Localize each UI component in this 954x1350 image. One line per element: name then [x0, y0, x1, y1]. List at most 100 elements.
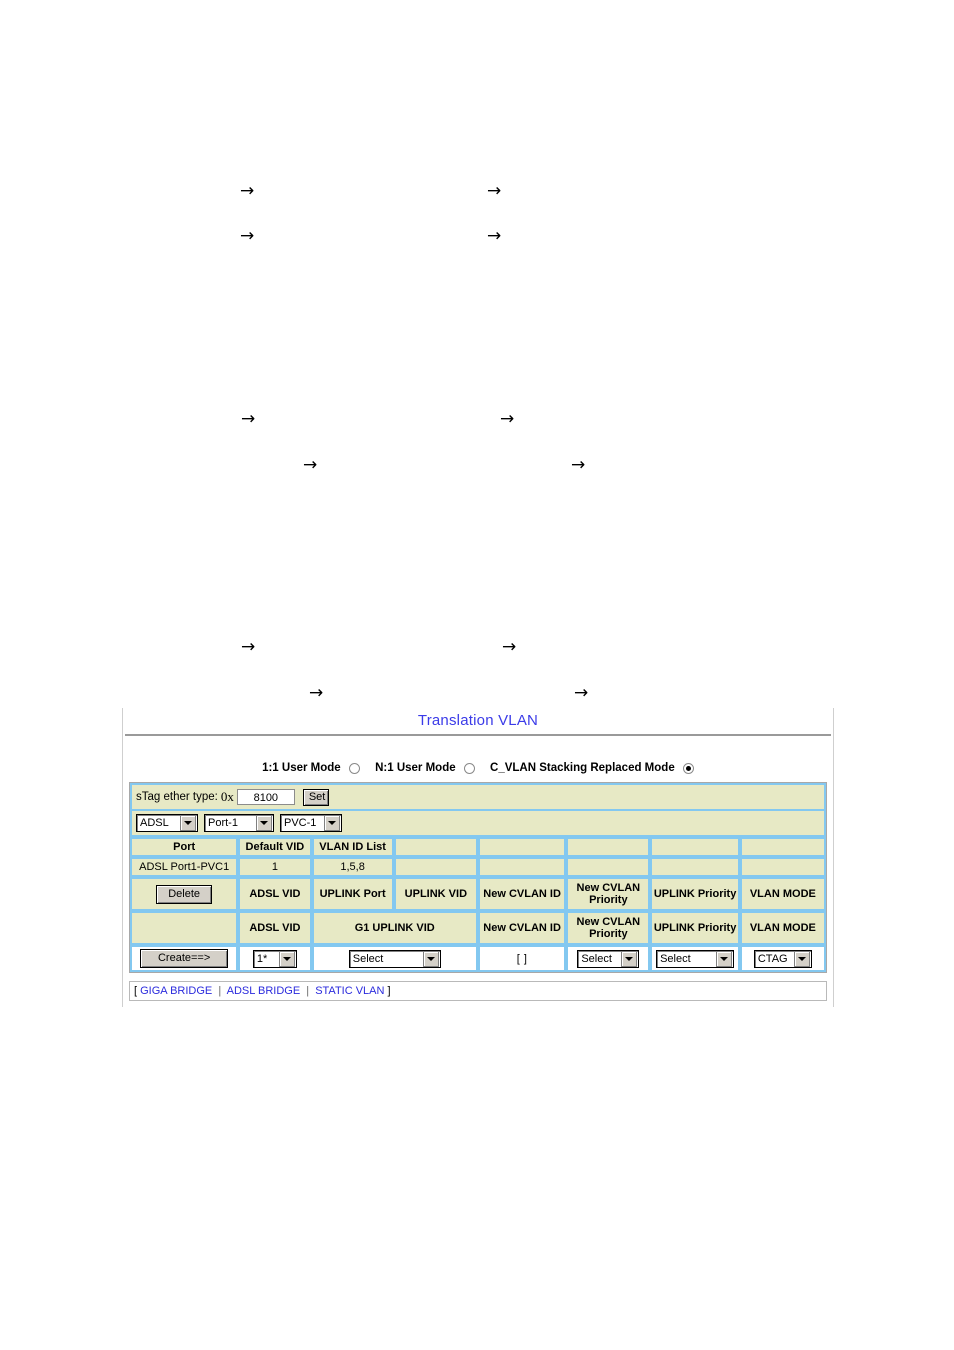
col-header-new-cvlan-id: New CVLAN ID — [477, 877, 567, 912]
mode-option-cvlan-stacking[interactable]: C_VLAN Stacking Replaced Mode — [490, 762, 694, 774]
chevron-down-icon[interactable] — [621, 950, 638, 967]
arrow-row-2: → → — [0, 225, 954, 247]
col-header-default-vid: Default VID — [238, 837, 312, 858]
bridge-links-bar: [ GIGA BRIDGE | ADSL BRIDGE | STATIC VLA… — [129, 981, 827, 1002]
col-header-new-cvlan-priority: New CVLAN Priority — [566, 877, 651, 912]
new-cvlan-priority-select[interactable]: Select — [577, 949, 640, 968]
link-static-vlan[interactable]: STATIC VLAN — [315, 985, 384, 997]
cell-blank-6 — [566, 857, 651, 878]
bracket-close: ] — [387, 985, 391, 998]
arrow-row-1: → → — [0, 180, 954, 202]
create-button-cell: Create==> — [130, 945, 239, 973]
mode-option-1-1-label: 1:1 User Mode — [262, 762, 341, 774]
user-mode-radio-group: 1:1 User Mode N:1 User Mode C_VLAN Stack… — [123, 736, 833, 782]
right-arrow-icon: → — [240, 226, 255, 246]
create-header-row: ADSL VID G1 UPLINK VID New CVLAN ID New … — [130, 911, 826, 946]
link-separator-2: | — [306, 985, 310, 998]
stag-ether-type-band: sTag ether type: 0x 8100 Set — [130, 783, 826, 812]
right-arrow-icon: → — [502, 637, 517, 657]
right-arrow-icon: → — [487, 226, 502, 246]
vlan-mode-select-value: CTAG — [757, 952, 788, 965]
right-arrow-icon: → — [241, 637, 256, 657]
uplink-priority-select-value: Select — [660, 952, 691, 965]
delete-cell: Delete — [130, 877, 239, 912]
create-col-header-new-cvlan-id: New CVLAN ID — [477, 911, 567, 946]
create-col-header-new-cvlan-priority: New CVLAN Priority — [566, 911, 651, 946]
adsl-vid-select[interactable]: 1* — [252, 949, 297, 968]
mode-option-1-1-radio[interactable] — [348, 762, 360, 774]
mode-option-cvlan-stacking-label: C_VLAN Stacking Replaced Mode — [490, 762, 675, 774]
create-col-header-g1-uplink-vid: G1 UPLINK VID — [311, 911, 478, 946]
create-uplink-vid-cell: Select — [311, 945, 478, 973]
adsl-vid-select-value: 1* — [256, 952, 268, 965]
chevron-down-icon[interactable] — [324, 815, 340, 832]
col-header-blank-5 — [477, 837, 567, 858]
mode-option-n-1-label: N:1 User Mode — [375, 762, 456, 774]
link-separator-1: | — [218, 985, 222, 998]
new-cvlan-id-input[interactable]: [ ] — [517, 953, 528, 965]
mode-option-n-1[interactable]: N:1 User Mode — [375, 762, 475, 774]
cell-blank-7 — [650, 857, 740, 878]
set-button[interactable]: Set — [302, 788, 329, 806]
chevron-down-icon[interactable] — [716, 950, 733, 967]
right-arrow-icon: → — [240, 181, 255, 201]
cell-port-name: ADSL Port1-PVC1 — [130, 857, 239, 878]
mode-option-n-1-radio[interactable] — [463, 762, 475, 774]
col-header-port: Port — [130, 837, 239, 858]
col-header-blank-7 — [650, 837, 740, 858]
right-arrow-icon: → — [574, 683, 589, 703]
create-vlan-mode-cell: CTAG — [739, 945, 826, 973]
uplink-vid-select[interactable]: Select — [348, 949, 441, 968]
col-header-vlan-mode: VLAN MODE — [739, 877, 826, 912]
create-button[interactable]: Create==> — [140, 949, 229, 969]
create-adsl-vid-cell: 1* — [238, 945, 312, 973]
pvc-select-value: PVC-1 — [284, 817, 317, 830]
port-select[interactable]: Port-1 — [204, 814, 274, 833]
right-arrow-icon: → — [241, 409, 256, 429]
cell-default-vid: 1 — [238, 857, 312, 878]
right-arrow-icon: → — [309, 683, 324, 703]
create-uplink-priority-cell: Select — [650, 945, 740, 973]
page-title: Translation VLAN — [417, 712, 539, 729]
interface-select[interactable]: ADSL — [136, 814, 198, 833]
right-arrow-icon: → — [500, 409, 515, 429]
chevron-down-icon[interactable] — [793, 950, 810, 967]
chevron-down-icon[interactable] — [422, 950, 439, 967]
col-header-vlan-id-list: VLAN ID List — [311, 837, 394, 858]
vlan-table: Port Default VID VLAN ID List ADSL Port1… — [130, 837, 826, 973]
bracket-open: [ — [134, 985, 138, 998]
delete-button[interactable]: Delete — [156, 884, 213, 904]
create-col-header-uplink-priority: UPLINK Priority — [650, 911, 740, 946]
translation-vlan-panel: Translation VLAN 1:1 User Mode N:1 User … — [122, 708, 834, 1008]
link-giga-bridge[interactable]: GIGA BRIDGE — [140, 985, 212, 997]
chevron-down-icon[interactable] — [180, 815, 196, 832]
right-arrow-icon: → — [571, 455, 586, 475]
cell-blank-4 — [393, 857, 478, 878]
new-cvlan-priority-select-value: Select — [581, 952, 612, 965]
arrow-row-5: → → — [0, 636, 954, 658]
arrow-row-3: → → — [0, 408, 954, 430]
port-selector-band: ADSL Port-1 PVC-1 — [130, 811, 826, 838]
stag-ether-type-input[interactable]: 8100 — [236, 789, 295, 806]
entry-header-row: Delete ADSL VID UPLINK Port UPLINK VID N… — [130, 877, 826, 912]
cell-blank-8 — [739, 857, 826, 878]
col-header-blank-6 — [566, 837, 651, 858]
mode-option-cvlan-stacking-radio[interactable] — [682, 762, 694, 774]
hex-prefix-label: 0x — [220, 789, 234, 805]
mode-option-1-1[interactable]: 1:1 User Mode — [262, 762, 360, 774]
uplink-vid-select-value: Select — [352, 952, 384, 965]
create-col-header-adsl-vid: ADSL VID — [238, 911, 312, 946]
create-new-cvlan-id-cell: [ ] — [477, 945, 567, 973]
chevron-down-icon[interactable] — [278, 950, 295, 967]
table-row: ADSL Port1-PVC1 1 1,5,8 — [130, 857, 826, 878]
cell-vlan-id-list: 1,5,8 — [311, 857, 394, 878]
stag-label: sTag ether type: — [136, 791, 218, 804]
create-col-header-vlan-mode: VLAN MODE — [739, 911, 826, 946]
col-header-adsl-vid: ADSL VID — [238, 877, 312, 912]
col-header-uplink-priority: UPLINK Priority — [650, 877, 740, 912]
chevron-down-icon[interactable] — [256, 815, 272, 832]
link-adsl-bridge[interactable]: ADSL BRIDGE — [227, 985, 301, 997]
vlan-mode-select[interactable]: CTAG — [753, 949, 812, 968]
pvc-select[interactable]: PVC-1 — [280, 814, 342, 833]
uplink-priority-select[interactable]: Select — [656, 949, 735, 968]
